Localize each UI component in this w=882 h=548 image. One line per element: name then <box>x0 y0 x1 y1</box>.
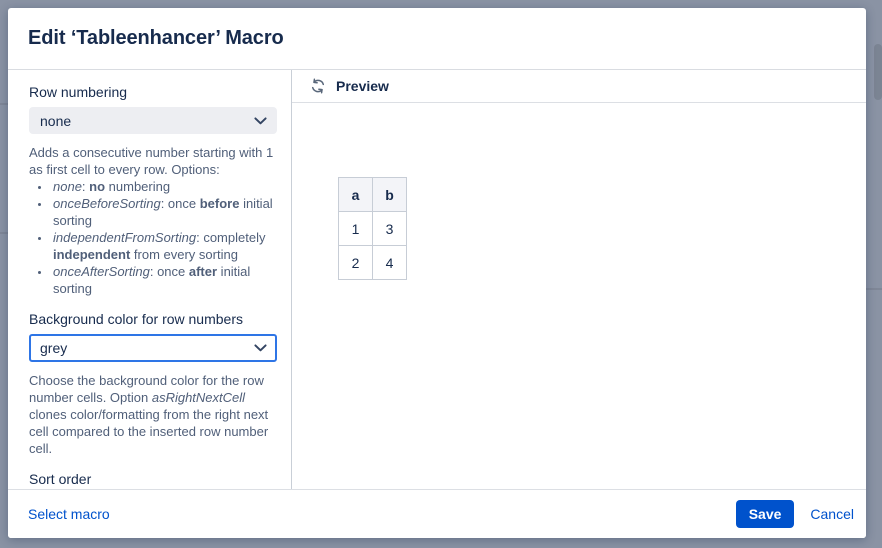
table-row: 1 3 <box>339 212 407 246</box>
row-numbering-value: none <box>40 113 71 129</box>
table-cell: 4 <box>373 246 407 280</box>
option-help-item: onceBeforeSorting: once before initial s… <box>51 195 287 229</box>
preview-table: a b 1 3 2 4 <box>338 177 407 280</box>
sort-order-label: Sort order <box>29 471 277 488</box>
option-help-item: independentFromSorting: completely indep… <box>51 229 287 263</box>
background-color-help: Choose the background color for the row … <box>29 372 279 457</box>
table-cell: 1 <box>339 212 373 246</box>
chevron-down-icon <box>254 344 267 352</box>
dialog-footer: Select macro Save Cancel <box>8 489 866 538</box>
save-button[interactable]: Save <box>736 500 795 528</box>
preview-title: Preview <box>336 78 389 94</box>
dialog-title: Edit ‘Tableenhancer’ Macro <box>28 27 284 50</box>
table-header-cell: a <box>339 178 373 212</box>
footer-actions: Save Cancel <box>736 500 854 528</box>
dialog-title-bar: Edit ‘Tableenhancer’ Macro <box>8 8 866 70</box>
table-row: 2 4 <box>339 246 407 280</box>
background-color-select[interactable]: grey <box>29 334 277 362</box>
background-color-value: grey <box>40 340 67 356</box>
chevron-down-icon <box>254 117 267 125</box>
table-header-cell: b <box>373 178 407 212</box>
row-numbering-options-help: none: no numbering onceBeforeSorting: on… <box>29 178 287 297</box>
backdrop-page-line <box>0 103 8 105</box>
backdrop-page-line <box>0 232 8 234</box>
option-help-item: onceAfterSorting: once after initial sor… <box>51 263 287 297</box>
option-help-item: none: no numbering <box>51 178 287 195</box>
cancel-button[interactable]: Cancel <box>810 506 854 522</box>
page-scrollbar-thumb <box>874 44 882 100</box>
select-macro-link[interactable]: Select macro <box>28 506 110 522</box>
macro-edit-dialog: Edit ‘Tableenhancer’ Macro Row numbering… <box>8 8 866 538</box>
preview-header: Preview <box>292 70 866 103</box>
backdrop-page-line <box>866 288 882 290</box>
table-cell: 2 <box>339 246 373 280</box>
row-numbering-select[interactable]: none <box>29 107 277 134</box>
preview-content: a b 1 3 2 4 <box>292 103 866 280</box>
row-numbering-label: Row numbering <box>29 84 277 101</box>
macro-parameters-panel[interactable]: Row numbering none Adds a consecutive nu… <box>8 70 292 489</box>
table-cell: 3 <box>373 212 407 246</box>
dialog-body: Row numbering none Adds a consecutive nu… <box>8 70 866 489</box>
preview-panel: Preview a b 1 3 <box>292 70 866 489</box>
table-header-row: a b <box>339 178 407 212</box>
refresh-icon[interactable] <box>310 78 326 94</box>
background-color-label: Background color for row numbers <box>29 311 277 328</box>
row-numbering-help: Adds a consecutive number starting with … <box>29 144 279 178</box>
